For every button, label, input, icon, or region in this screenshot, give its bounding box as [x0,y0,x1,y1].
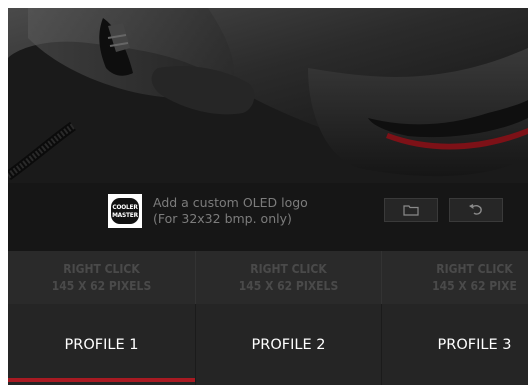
oled-instructions: Add a custom OLED logo (For 32x32 bmp. o… [153,195,308,227]
reset-logo-button[interactable] [449,198,503,222]
cooler-master-logo[interactable]: COOLER MASTER [108,194,142,228]
profile-tabs: PROFILE 1 PROFILE 2 PROFILE 3 [8,304,528,385]
tab-label: PROFILE 1 [64,336,139,353]
oled-cell-profile-1[interactable]: RIGHT CLICK 145 x 62 PIXELS [8,251,196,304]
tab-label: PROFILE 2 [251,336,326,353]
tab-profile-1[interactable]: PROFILE 1 [8,304,195,385]
undo-icon [469,204,482,215]
button-assignment-cells: RIGHT CLICK 145 x 62 PIXELS RIGHT CLICK … [8,251,528,304]
active-tab-indicator [8,378,195,382]
tab-label: PROFILE 3 [437,336,512,353]
oled-cell-profile-3[interactable]: RIGHT CLICK 145 x 62 PIXE [382,251,528,304]
browse-logo-button[interactable] [384,198,438,222]
logo-line-1: COOLER [112,203,138,211]
cell-hint-line-2: 145 x 62 PIXELS [238,278,339,293]
cell-hint-line-1: RIGHT CLICK [250,261,327,276]
cell-hint-line-1: RIGHT CLICK [436,261,513,276]
folder-icon [403,205,419,216]
cell-hint-line-1: RIGHT CLICK [63,261,140,276]
oled-logo-row: COOLER MASTER Add a custom OLED logo (Fo… [108,191,308,231]
cell-hint-line-2: 145 x 62 PIXELS [51,278,152,293]
logo-line-2: MASTER [112,211,138,219]
oled-instructions-line-1: Add a custom OLED logo [153,195,308,210]
logo-lettering: COOLER MASTER [111,198,139,224]
oled-cell-profile-2[interactable]: RIGHT CLICK 145 x 62 PIXELS [196,251,382,304]
tab-profile-3[interactable]: PROFILE 3 [382,304,528,385]
oled-instructions-line-2: (For 32x32 bmp. only) [153,211,292,226]
tab-profile-2[interactable]: PROFILE 2 [196,304,381,385]
cell-hint-line-2: 145 x 62 PIXE [432,278,517,293]
oled-editor-panel: COOLER MASTER Add a custom OLED logo (Fo… [8,8,528,385]
